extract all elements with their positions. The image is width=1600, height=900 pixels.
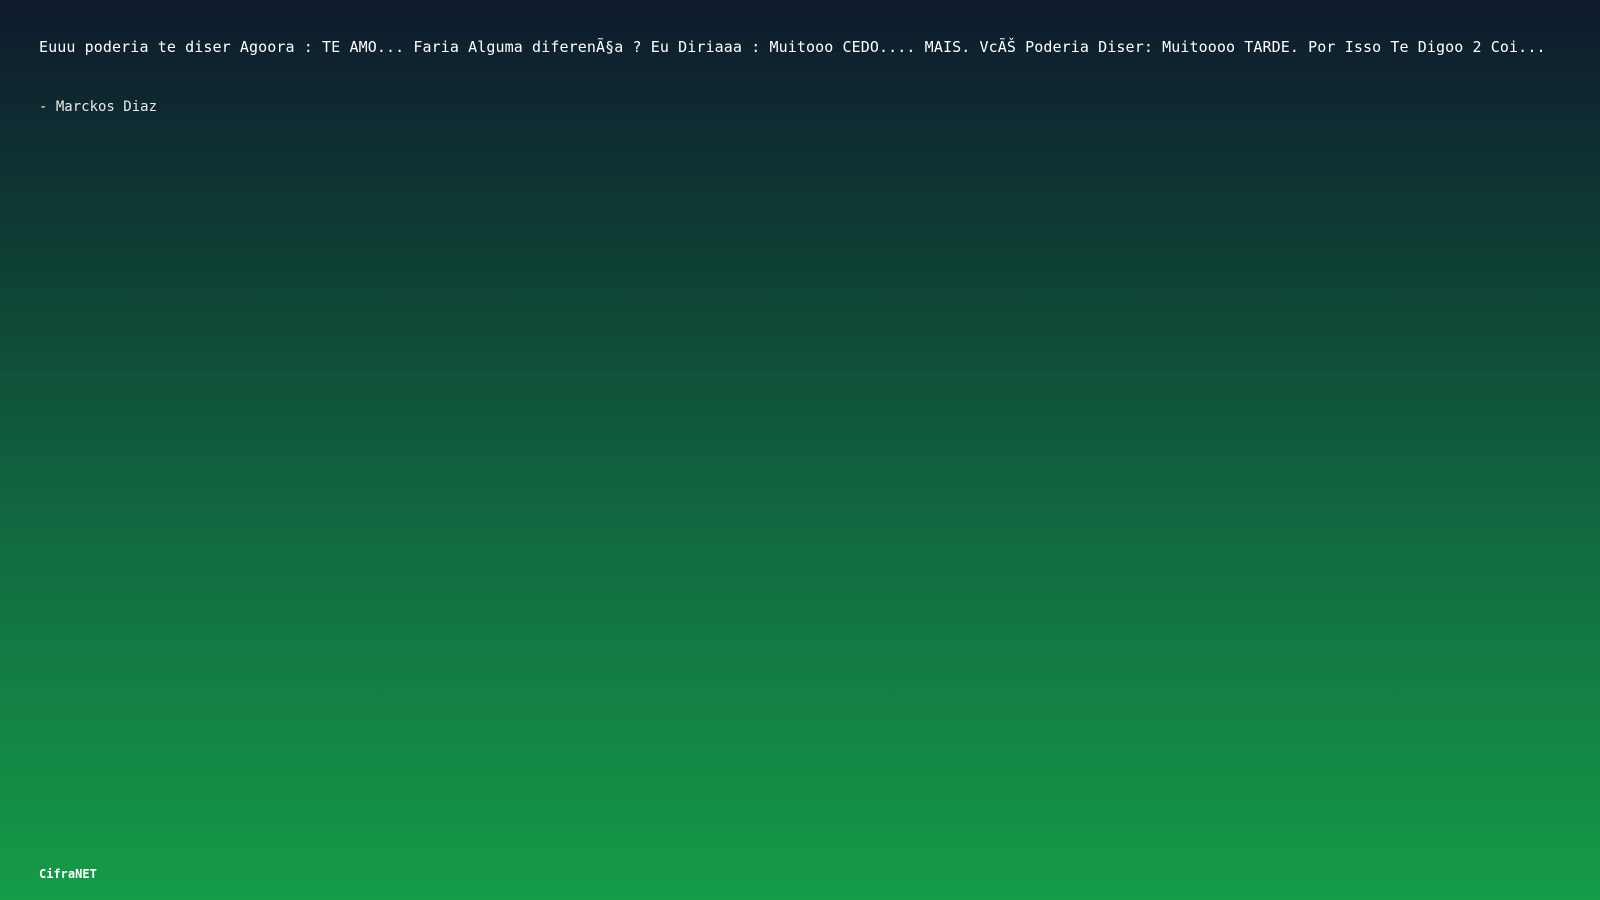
quote-screen: { "quote": { "text": "Euuu poderia te di… (0, 0, 1600, 900)
brand-logo-text: CifraNET (39, 867, 97, 881)
quote-author: - Marckos Diaz (39, 99, 158, 115)
quote-text: Euuu poderia te diser Agoora : TE AMO...… (39, 38, 1546, 56)
